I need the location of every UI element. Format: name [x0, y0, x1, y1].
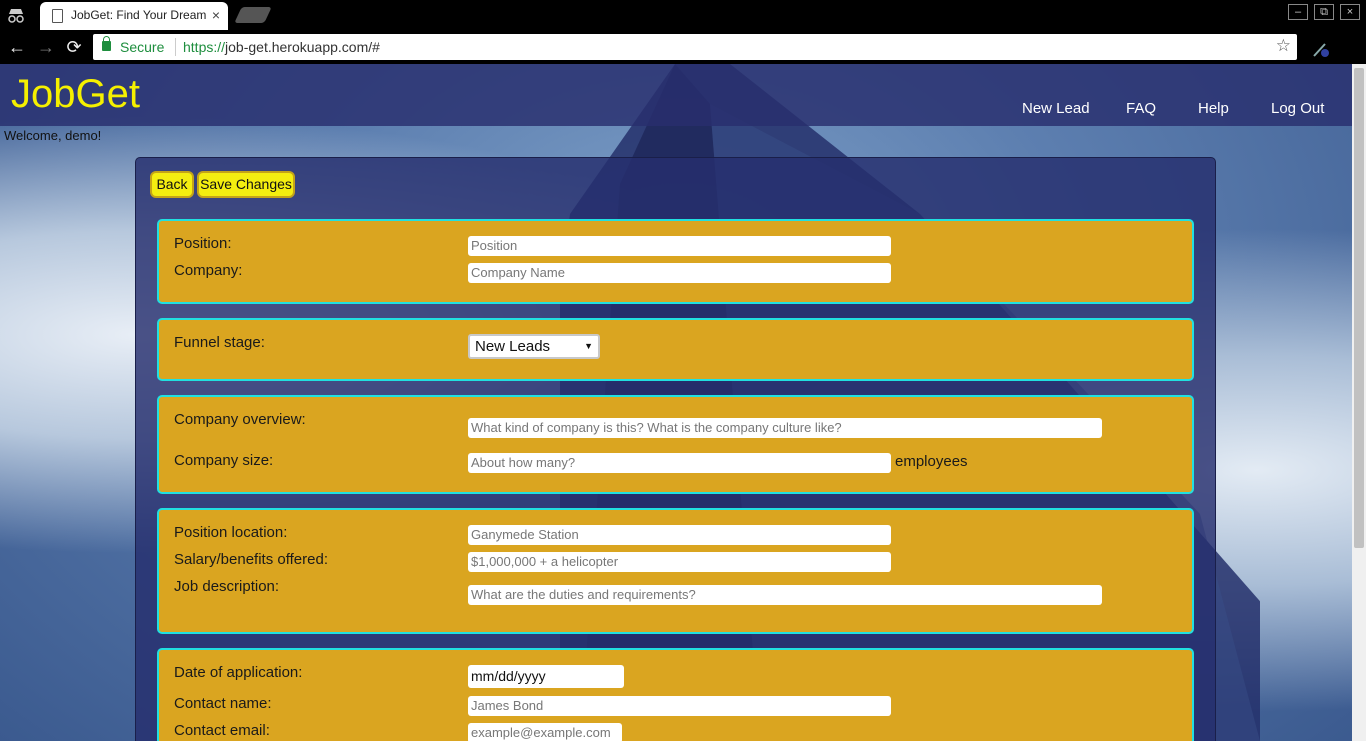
page-background: JobGet New Lead FAQ Help Log Out Welcome… [0, 64, 1366, 741]
url-scheme: https:// [183, 39, 226, 55]
application-card: Date of application: mm/dd/yyyy Contact … [157, 648, 1194, 741]
company-size-label: Company size: [174, 452, 274, 469]
extension-icon[interactable] [1310, 38, 1332, 60]
site-logo[interactable]: JobGet [11, 72, 140, 117]
contact-name-label: Contact name: [174, 695, 272, 712]
forward-arrow-icon[interactable]: → [36, 37, 56, 57]
job-description-label: Job description: [174, 578, 280, 595]
browser-tab[interactable]: JobGet: Find Your Dream × [40, 2, 228, 30]
position-location-input[interactable]: Ganymede Station [468, 525, 891, 545]
company-overview-input[interactable]: What kind of company is this? What is th… [468, 418, 1102, 438]
welcome-message: Welcome, demo! [4, 128, 102, 143]
contact-name-input[interactable]: James Bond [468, 696, 891, 716]
page-icon [52, 9, 63, 23]
position-card: Position: Position Company: Company Name [157, 219, 1194, 304]
funnel-stage-label: Funnel stage: [174, 334, 265, 351]
company-size-input[interactable]: About how many? [468, 453, 891, 473]
scrollbar-thumb[interactable] [1354, 68, 1364, 548]
nav-new-lead[interactable]: New Lead [1022, 100, 1090, 117]
salary-label: Salary/benefits offered: [174, 551, 328, 568]
nav-faq[interactable]: FAQ [1126, 100, 1156, 117]
new-tab-button[interactable] [234, 7, 272, 23]
lock-icon [102, 36, 111, 51]
employees-suffix: employees [895, 453, 968, 470]
position-input[interactable]: Position [468, 236, 891, 256]
company-label: Company: [174, 262, 243, 279]
nav-log-out[interactable]: Log Out [1271, 100, 1324, 117]
date-of-application-input[interactable]: mm/dd/yyyy [468, 665, 624, 688]
url-field[interactable]: Secure https://job-get.herokuapp.com/# ☆ [93, 34, 1297, 60]
tab-close-icon[interactable]: × [212, 7, 220, 23]
minimize-button[interactable]: – [1288, 4, 1308, 20]
contact-email-input[interactable]: example@example.com [468, 723, 622, 741]
funnel-stage-select[interactable]: New Leads ▼ [468, 334, 600, 359]
browser-tab-bar: JobGet: Find Your Dream × – ⧉ × [0, 0, 1366, 30]
incognito-icon [8, 9, 24, 23]
reload-icon[interactable]: ⟳ [64, 37, 84, 57]
date-of-application-label: Date of application: [174, 664, 303, 681]
lead-edit-panel: Back Save Changes Position: Position Com… [135, 157, 1216, 741]
url-host: job-get.herokuapp.com/# [225, 39, 380, 55]
company-overview-label: Company overview: [174, 411, 306, 428]
dropdown-arrow-icon: ▼ [584, 341, 593, 351]
secure-label: Secure [120, 39, 165, 55]
save-changes-button[interactable]: Save Changes [197, 171, 295, 198]
window-close-button[interactable]: × [1340, 4, 1360, 20]
page-scrollbar[interactable] [1352, 64, 1366, 741]
site-header: JobGet New Lead FAQ Help Log Out [0, 64, 1352, 126]
funnel-stage-value: New Leads [475, 338, 551, 355]
job-details-card: Position location: Ganymede Station Sala… [157, 508, 1194, 634]
position-location-label: Position location: [174, 524, 288, 541]
back-arrow-icon[interactable]: ← [7, 37, 27, 57]
funnel-card: Funnel stage: New Leads ▼ [157, 318, 1194, 381]
company-input[interactable]: Company Name [468, 263, 891, 283]
job-description-input[interactable]: What are the duties and requirements? [468, 585, 1102, 605]
url-separator [175, 38, 176, 56]
position-label: Position: [174, 235, 232, 252]
url-text: https://job-get.herokuapp.com/# [183, 39, 380, 55]
contact-email-label: Contact email: [174, 722, 270, 739]
bookmark-star-icon[interactable]: ☆ [1276, 36, 1291, 56]
tab-title: JobGet: Find Your Dream [71, 8, 207, 22]
back-button[interactable]: Back [150, 171, 194, 198]
company-card: Company overview: What kind of company i… [157, 395, 1194, 494]
salary-input[interactable]: $1,000,000 + a helicopter [468, 552, 891, 572]
nav-help[interactable]: Help [1198, 100, 1229, 117]
restore-button[interactable]: ⧉ [1314, 4, 1334, 20]
